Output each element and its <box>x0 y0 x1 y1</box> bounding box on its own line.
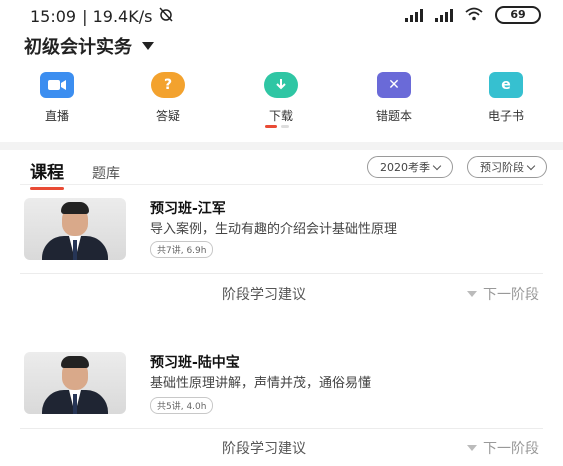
chevron-down-icon <box>432 161 442 170</box>
next-stage-button[interactable]: 下一阶段 <box>467 438 539 458</box>
page-indicator <box>265 125 289 128</box>
alarm-off-icon <box>158 6 174 26</box>
season-filter[interactable]: 2020考季 <box>367 156 453 178</box>
battery-icon: 69 <box>495 6 541 24</box>
divider <box>20 428 543 429</box>
course-description: 导入案例，生动有趣的介绍会计基础性原理 <box>150 222 398 237</box>
network-speed: | 19.4K/s <box>82 6 153 26</box>
wifi-icon <box>465 7 483 24</box>
signal-icon <box>405 8 423 22</box>
ebook-icon: e <box>489 72 523 98</box>
tab-courses[interactable]: 课程 <box>30 158 64 190</box>
status-bar: 15:09 | 19.4K/s 69 <box>0 0 563 30</box>
study-advice-link[interactable]: 阶段学习建议 <box>222 284 306 304</box>
quick-nav: 直播 ? 答疑 下载 ✕ 错题本 e 电子书 <box>0 72 563 132</box>
next-stage-button[interactable]: 下一阶段 <box>467 284 539 304</box>
section-divider <box>0 142 563 150</box>
triangle-down-icon <box>467 291 477 297</box>
course-title: 预习班-江军 <box>150 201 226 217</box>
caret-down-icon <box>142 42 154 50</box>
subject-selector[interactable]: 初级会计实务 <box>24 34 154 58</box>
nav-item-qa[interactable]: ? 答疑 <box>123 72 213 124</box>
live-video-icon <box>40 72 74 98</box>
nav-item-live[interactable]: 直播 <box>12 72 102 124</box>
divider <box>20 184 543 185</box>
chevron-down-icon <box>526 161 536 170</box>
triangle-down-icon <box>467 445 477 451</box>
filter-bar: 2020考季 预习阶段 <box>367 156 547 178</box>
study-advice-link[interactable]: 阶段学习建议 <box>222 438 306 458</box>
nav-item-download[interactable]: 下载 <box>236 72 326 124</box>
teacher-photo <box>24 198 126 260</box>
nav-item-ebook[interactable]: e 电子书 <box>461 72 551 124</box>
divider <box>20 273 543 274</box>
question-icon: ? <box>151 72 185 98</box>
tab-bar: 课程 题库 <box>30 158 120 190</box>
page-title: 初级会计实务 <box>24 37 132 58</box>
teacher-photo <box>24 352 126 414</box>
hd-signal-icon <box>435 8 453 22</box>
stage-filter[interactable]: 预习阶段 <box>467 156 547 178</box>
course-badge: 共5讲, 4.0h <box>150 397 214 414</box>
tab-question-bank[interactable]: 题库 <box>92 163 120 183</box>
nav-item-error-book[interactable]: ✕ 错题本 <box>349 72 439 124</box>
download-icon <box>264 72 298 98</box>
course-badge: 共7讲, 6.9h <box>150 241 214 258</box>
error-book-icon: ✕ <box>377 72 411 98</box>
course-title: 预习班-陆中宝 <box>150 355 240 371</box>
status-time: 15:09 <box>30 6 77 26</box>
course-description: 基础性原理讲解，声情并茂，通俗易懂 <box>150 376 372 391</box>
